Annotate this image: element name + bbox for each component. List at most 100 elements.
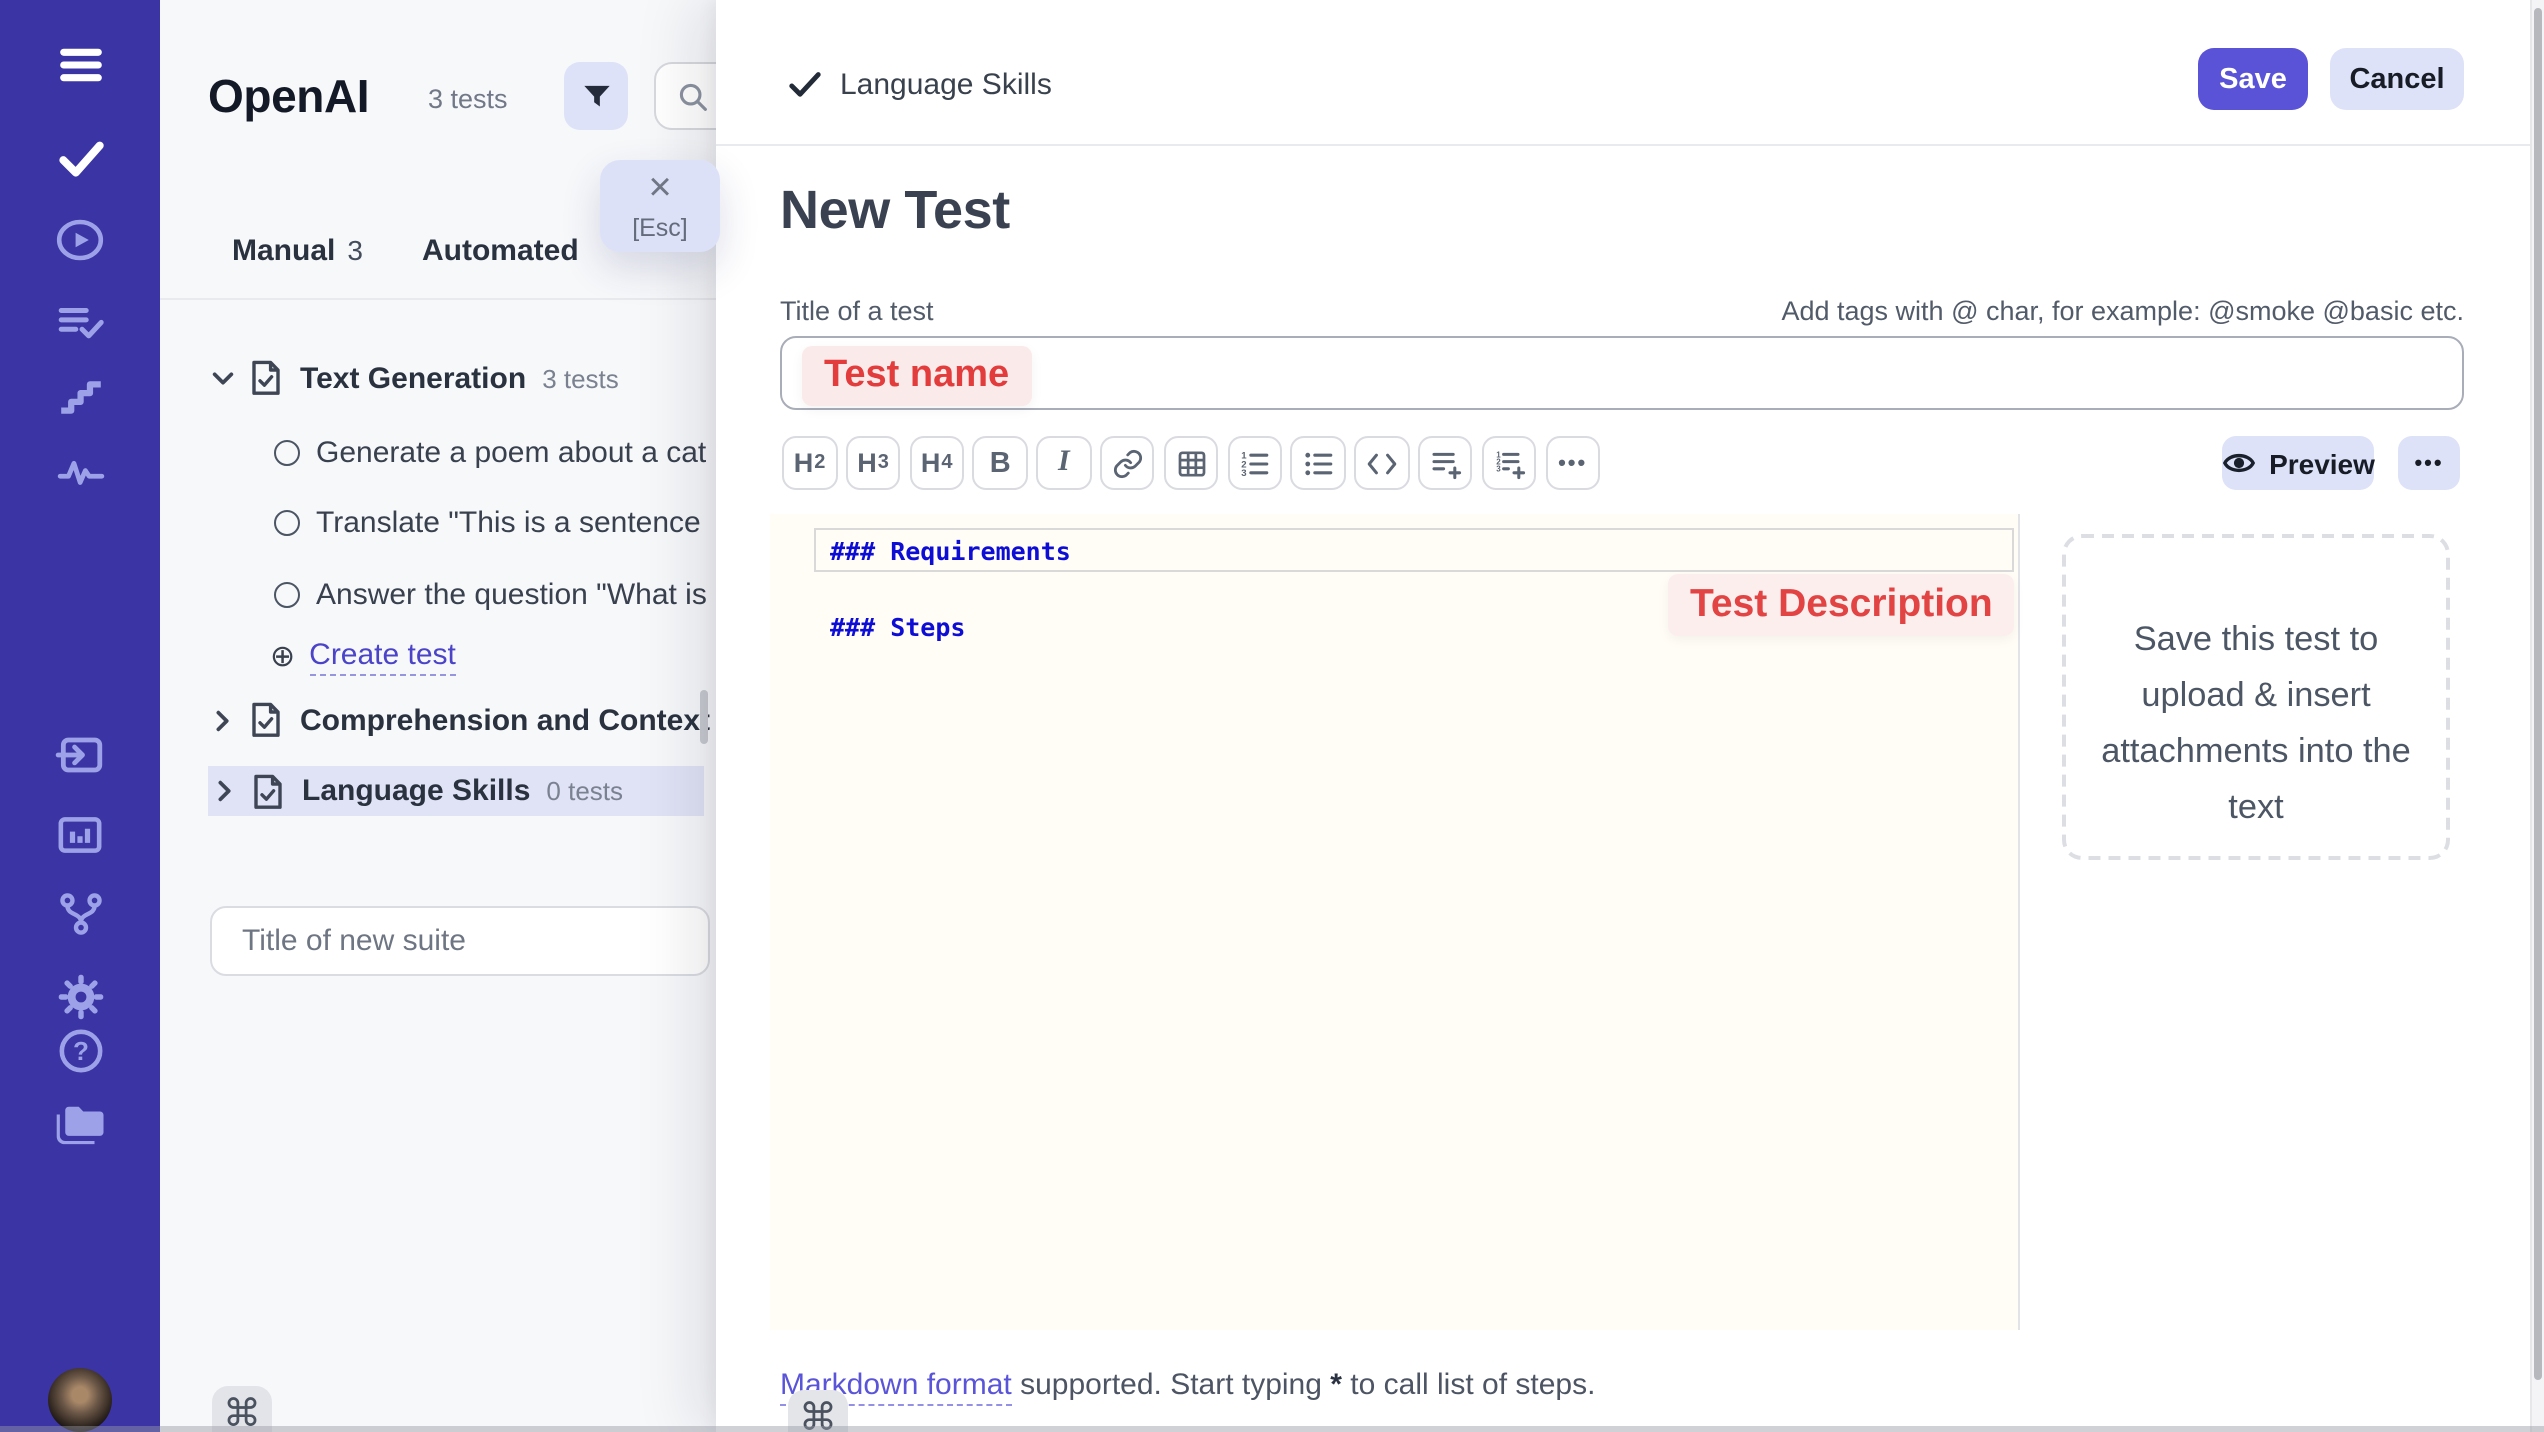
suite-label: Comprehension and Context <box>300 703 710 737</box>
test-title-input[interactable] <box>780 336 2464 410</box>
attachments-note: Save this test to upload & insert attach… <box>2096 610 2416 834</box>
test-status-icon <box>274 581 300 607</box>
test-status-icon <box>274 509 300 535</box>
h2-button[interactable]: H2 <box>782 436 837 490</box>
suite-label: Text Generation <box>300 361 526 395</box>
link-icon <box>1111 447 1143 479</box>
chevron-down-icon <box>210 365 236 391</box>
page-scrollbar-thumb[interactable] <box>2533 8 2541 1380</box>
h3-button[interactable]: H3 <box>846 436 901 490</box>
header-divider <box>716 144 2530 146</box>
test-status-icon <box>274 439 300 465</box>
markdown-hint: Markdown format supported. Start typing … <box>780 1368 1595 1402</box>
menu-icon[interactable] <box>0 40 160 90</box>
steps-icon[interactable] <box>0 370 160 420</box>
table-icon <box>1175 447 1207 479</box>
chevron-right-icon <box>210 707 236 733</box>
h4-button[interactable]: H4 <box>909 436 964 490</box>
toolbar-more-button[interactable]: ••• <box>1545 436 1600 490</box>
project-tests-count: 3 tests <box>428 84 508 114</box>
test-label: Translate "This is a sentence <box>316 505 701 539</box>
plus-circle-icon: ⊕ <box>270 638 295 674</box>
gear-icon[interactable] <box>0 972 160 1022</box>
bar-chart-icon[interactable] <box>0 810 160 860</box>
description-editor[interactable]: ### Requirements ### Steps <box>770 514 2020 1330</box>
bottom-scrollbar <box>0 1426 2544 1432</box>
activity-icon[interactable] <box>0 446 160 496</box>
sidebar: ? <box>0 0 160 1432</box>
help-icon[interactable]: ? <box>0 1026 160 1076</box>
svg-text:3: 3 <box>1242 467 1247 478</box>
tree-test-3[interactable]: Answer the question "What is <box>274 572 707 616</box>
test-label: Answer the question "What is <box>316 577 707 611</box>
preview-button[interactable]: Preview <box>2222 436 2374 490</box>
ordered-list-icon: 123 <box>1239 447 1271 479</box>
code-icon <box>1366 447 1398 479</box>
editor-toolbar: H2 H3 H4 B I 123 123 ••• <box>782 436 1600 490</box>
project-title: OpenAI <box>208 70 369 124</box>
editor-line-1: ### Requirements <box>830 536 1071 566</box>
bullet-list-button[interactable] <box>1291 436 1346 490</box>
annotation-test-description: Test Description <box>1668 574 2015 636</box>
editor-line-2: ### Steps <box>830 612 965 642</box>
new-suite-input[interactable] <box>210 906 710 976</box>
italic-button[interactable]: I <box>1036 436 1091 490</box>
attachments-dropzone: Save this test to upload & insert attach… <box>2062 534 2450 860</box>
bullet-list-add-icon <box>1429 447 1461 479</box>
play-circle-icon[interactable] <box>0 216 160 264</box>
asterisk: * <box>1330 1368 1342 1402</box>
document-icon <box>252 773 284 809</box>
search-icon <box>676 79 710 113</box>
eye-icon <box>2221 448 2255 478</box>
close-icon: × <box>600 166 720 212</box>
tree-suite-text-generation[interactable]: Text Generation 3 tests <box>210 354 619 402</box>
avatar[interactable] <box>48 1368 112 1432</box>
svg-text:?: ? <box>72 1036 88 1066</box>
ordered-list-add-icon: 123 <box>1493 447 1525 479</box>
document-icon <box>250 702 282 738</box>
bold-button[interactable]: B <box>973 436 1028 490</box>
annotation-test-name: Test name <box>802 346 1031 406</box>
test-label: Generate a poem about a cat <box>316 435 706 469</box>
bullet-list-icon <box>1302 447 1334 479</box>
check-icon[interactable] <box>0 132 160 182</box>
ordered-list-button[interactable]: 123 <box>1227 436 1282 490</box>
folder-icon[interactable] <box>0 1098 160 1148</box>
create-test-link[interactable]: ⊕ Create test <box>270 634 456 678</box>
tree-scrollbar[interactable] <box>700 690 708 744</box>
import-icon[interactable] <box>0 730 160 780</box>
link-button[interactable] <box>1100 436 1155 490</box>
tree-test-2[interactable]: Translate "This is a sentence <box>274 500 701 544</box>
cancel-button[interactable]: Cancel <box>2330 48 2464 110</box>
tabs-divider <box>160 298 716 300</box>
filter-shortcut-tooltip: × [Esc] <box>600 160 720 252</box>
more-button[interactable]: ••• <box>2398 436 2460 490</box>
save-button[interactable]: Save <box>2198 48 2308 110</box>
esc-hint: [Esc] <box>600 214 720 242</box>
tree-test-1[interactable]: Generate a poem about a cat <box>274 430 706 474</box>
chevron-right-icon <box>212 778 238 804</box>
bullet-list-add-button[interactable] <box>1418 436 1473 490</box>
code-button[interactable] <box>1354 436 1409 490</box>
list-check-icon[interactable] <box>0 298 160 348</box>
filter-button[interactable] <box>564 62 628 130</box>
tab-manual-count: 3 <box>347 234 363 266</box>
filter-icon <box>577 77 615 115</box>
svg-text:3: 3 <box>1495 464 1500 473</box>
create-test-label: Create test <box>309 637 456 675</box>
breadcrumb-label: Language Skills <box>840 67 1052 101</box>
page-title: New Test <box>780 180 1010 242</box>
table-button[interactable] <box>1164 436 1219 490</box>
app-window: ? OpenAI 3 tests × [Esc] Manual3 Automat… <box>0 0 2544 1432</box>
tab-manual[interactable]: Manual3 <box>232 234 363 268</box>
branch-icon[interactable] <box>0 888 160 938</box>
tab-automated[interactable]: Automated <box>422 234 579 268</box>
breadcrumb[interactable]: Language Skills <box>788 62 1052 106</box>
tree-suite-language-skills[interactable]: Language Skills 0 tests <box>208 766 704 816</box>
tree-suite-comprehension[interactable]: Comprehension and Context <box>210 696 710 744</box>
document-icon <box>250 360 282 396</box>
suite-count: 0 tests <box>546 776 623 806</box>
ordered-list-add-button[interactable]: 123 <box>1482 436 1537 490</box>
suite-count: 3 tests <box>542 363 619 393</box>
check-icon <box>788 69 822 99</box>
